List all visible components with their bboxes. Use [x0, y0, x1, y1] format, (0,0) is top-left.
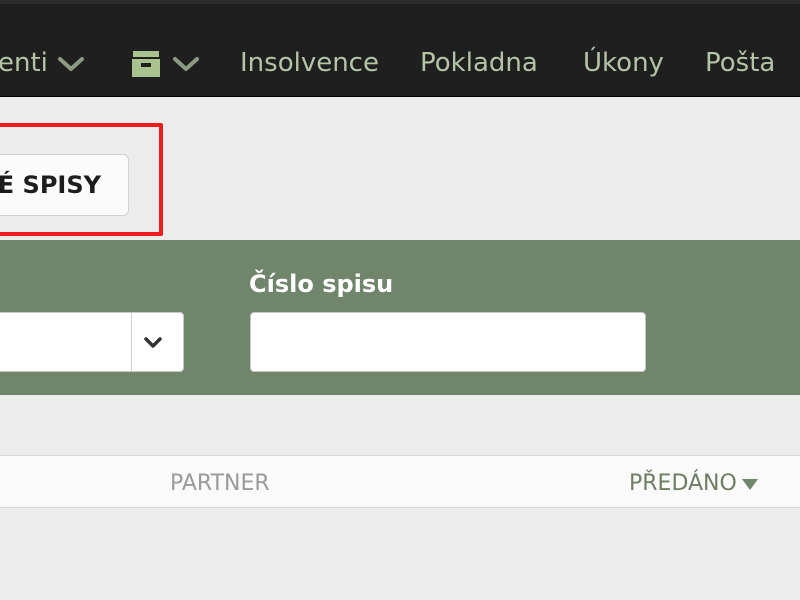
table-header: PARTNER PŘEDÁNO: [0, 455, 800, 508]
filter-panel: Číslo spisu: [0, 240, 800, 395]
sort-desc-icon: [741, 478, 758, 490]
filter-select[interactable]: [0, 312, 184, 372]
top-navbar: enti Insolvence Pokladna Úkony Pošta: [0, 0, 800, 97]
chevron-down-icon: [144, 337, 162, 348]
archive-box-icon: [132, 50, 160, 77]
column-header-predano[interactable]: PŘEDÁNO: [629, 471, 758, 496]
column-header-partner[interactable]: PARTNER: [170, 471, 270, 496]
nav-item-posta[interactable]: Pošta: [705, 46, 775, 80]
case-number-label: Číslo spisu: [249, 270, 394, 298]
nav-item-insolvence[interactable]: Insolvence: [240, 46, 379, 80]
column-header-label: PŘEDÁNO: [629, 471, 737, 496]
chevron-down-icon: [58, 56, 85, 71]
chevron-down-icon: [173, 56, 200, 71]
nav-item-archive[interactable]: [129, 46, 201, 80]
highlight-frame: [0, 123, 163, 236]
case-number-input[interactable]: [250, 312, 646, 372]
nav-item-clients[interactable]: enti: [0, 46, 86, 80]
nav-item-pokladna[interactable]: Pokladna: [420, 46, 538, 80]
select-divider: [131, 313, 132, 371]
navbar-top-stripe: [0, 0, 800, 4]
nav-item-ukony[interactable]: Úkony: [583, 46, 664, 80]
nav-item-label: enti: [0, 48, 48, 78]
